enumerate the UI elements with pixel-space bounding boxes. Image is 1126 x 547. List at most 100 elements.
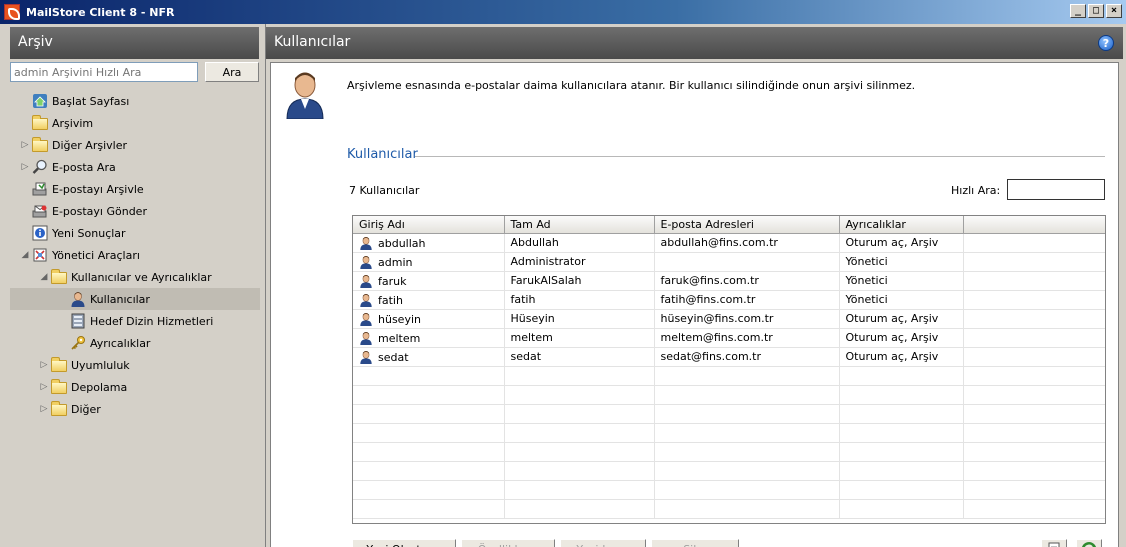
empty-cell xyxy=(353,423,505,443)
minimize-button[interactable]: _ xyxy=(1070,4,1086,18)
tree-item[interactable]: Yeni Sonuçlar xyxy=(10,222,260,244)
table-row[interactable]: meltem meltem meltem@fins.com.tr Oturum aç,… xyxy=(353,328,1105,348)
tree-item[interactable]: ▷ Uyumluluk xyxy=(10,354,260,376)
left-panel: Arşiv Ara Başlat Sayfası Arşivim ▷ Diğer Ar… xyxy=(0,24,266,547)
user-count: 7 Kullanıcılar xyxy=(349,184,420,197)
table-row[interactable]: sedat sedat sedat@fins.com.tr Oturum aç, Ar… xyxy=(353,347,1105,367)
tree-expander-icon[interactable]: ▷ xyxy=(39,382,49,392)
table-cell: meltem@fins.com.tr xyxy=(654,328,840,348)
empty-table-row xyxy=(353,385,1105,405)
quick-search-label: Hızlı Ara: xyxy=(951,184,1001,197)
tree-item[interactable]: ▷ E-posta Ara xyxy=(10,156,260,178)
tree-item[interactable]: Başlat Sayfası xyxy=(10,90,260,112)
table-cell-filler xyxy=(963,347,1105,367)
empty-cell xyxy=(839,366,964,386)
empty-cell xyxy=(963,461,1105,481)
table-cell-filler xyxy=(963,252,1105,272)
empty-table-row xyxy=(353,461,1105,481)
tree-item[interactable]: ▷ Diğer Arşivler xyxy=(10,134,260,156)
table-cell: faruk xyxy=(353,271,505,291)
empty-cell xyxy=(963,480,1105,500)
cell-text: Oturum aç, Arşiv xyxy=(845,350,939,363)
tree-expander-icon[interactable]: ▷ xyxy=(39,404,49,414)
export-button[interactable] xyxy=(1041,539,1067,547)
cell-text: Yönetici xyxy=(845,255,888,268)
table-row[interactable]: faruk FarukAlSalah faruk@fins.com.tr Yöneti… xyxy=(353,271,1105,291)
empty-cell xyxy=(353,480,505,500)
maximize-button[interactable]: □ xyxy=(1088,4,1104,18)
empty-cell xyxy=(353,461,505,481)
table-row[interactable]: abdullah Abdullah abdullah@fins.com.tr Otur… xyxy=(353,233,1105,253)
admin-tools-icon xyxy=(32,247,48,263)
left-panel-header: Arşiv xyxy=(10,27,259,59)
create-user-button[interactable]: Yeni Oluştur... xyxy=(352,539,456,547)
refresh-button[interactable] xyxy=(1076,539,1102,547)
users-large-icon xyxy=(286,72,324,119)
empty-table-row xyxy=(353,366,1105,386)
empty-cell xyxy=(353,366,505,386)
tree-item-label: Kullanıcılar ve Ayrıcalıklar xyxy=(71,270,212,284)
cell-text: Yönetici xyxy=(845,274,888,287)
empty-cell xyxy=(654,366,840,386)
user-quick-search-input[interactable] xyxy=(1007,179,1105,200)
empty-cell xyxy=(839,499,964,519)
help-icon[interactable]: ? xyxy=(1098,35,1114,51)
column-header[interactable]: E-posta Adresleri xyxy=(654,216,840,234)
empty-table-row xyxy=(353,442,1105,462)
empty-cell xyxy=(839,404,964,424)
user-icon xyxy=(359,274,373,288)
tree-item[interactable]: E-postayı Arşivle xyxy=(10,178,260,200)
tree-item[interactable]: ▷ Depolama xyxy=(10,376,260,398)
tree-item-label: Ayrıcalıklar xyxy=(90,336,151,350)
tree-item[interactable]: Hedef Dizin Hizmetleri xyxy=(10,310,260,332)
table-cell: abdullah@fins.com.tr xyxy=(654,233,840,253)
tree-item[interactable]: ◢ Yönetici Araçları xyxy=(10,244,260,266)
empty-cell xyxy=(839,385,964,405)
tree-item[interactable]: E-postayı Gönder xyxy=(10,200,260,222)
table-cell-filler xyxy=(963,233,1105,253)
table-row[interactable]: hüseyin Hüseyin hüseyin@fins.com.tr Oturum … xyxy=(353,309,1105,329)
table-cell-filler xyxy=(963,271,1105,291)
column-header[interactable]: Giriş Adı xyxy=(353,216,505,234)
cell-text: fatih xyxy=(378,293,403,307)
cell-text: sedat@fins.com.tr xyxy=(660,350,762,363)
properties-button[interactable]: Özellikler... xyxy=(461,539,555,547)
tree-expander-icon[interactable]: ◢ xyxy=(20,250,30,260)
table-cell-filler xyxy=(963,328,1105,348)
empty-cell xyxy=(654,442,840,462)
empty-cell xyxy=(963,404,1105,424)
tree-expander-icon[interactable]: ▷ xyxy=(20,140,30,150)
tree-expander-icon[interactable]: ▷ xyxy=(20,162,30,172)
column-header[interactable]: Ayrıcalıklar xyxy=(839,216,964,234)
tree-item[interactable]: ▷ Diğer xyxy=(10,398,260,420)
archive-search-button[interactable]: Ara xyxy=(205,62,259,82)
tree-expander-icon[interactable]: ◢ xyxy=(39,272,49,282)
empty-cell xyxy=(504,442,655,462)
folder-icon xyxy=(51,269,67,284)
rename-button[interactable]: Yeniden... xyxy=(560,539,646,547)
close-button[interactable]: × xyxy=(1106,4,1122,18)
empty-cell xyxy=(963,366,1105,386)
table-row[interactable]: fatih fatih fatih@fins.com.tr Yönetici xyxy=(353,290,1105,310)
table-cell: fatih xyxy=(504,290,655,310)
table-row[interactable]: admin Administrator Yönetici xyxy=(353,252,1105,272)
delete-button[interactable]: Sil... xyxy=(651,539,739,547)
tree-item[interactable]: Ayrıcalıklar xyxy=(10,332,260,354)
user-icon xyxy=(359,236,373,250)
empty-cell xyxy=(504,461,655,481)
main-panel: Kullanıcılar ? Arşivleme esnasında e-pos… xyxy=(266,24,1126,547)
tree-item[interactable]: ◢ Kullanıcılar ve Ayrıcalıklar xyxy=(10,266,260,288)
table-cell: faruk@fins.com.tr xyxy=(654,271,840,291)
tree-item[interactable]: Kullanıcılar xyxy=(10,288,260,310)
window-titlebar: MailStore Client 8 - NFR _ □ × xyxy=(0,0,1126,24)
folder-icon xyxy=(51,357,67,372)
column-header[interactable]: Tam Ad xyxy=(504,216,655,234)
empty-cell xyxy=(654,423,840,443)
tree-expander-icon[interactable]: ▷ xyxy=(39,360,49,370)
tree-item[interactable]: Arşivim xyxy=(10,112,260,134)
archive-quick-search-input[interactable] xyxy=(10,62,198,82)
